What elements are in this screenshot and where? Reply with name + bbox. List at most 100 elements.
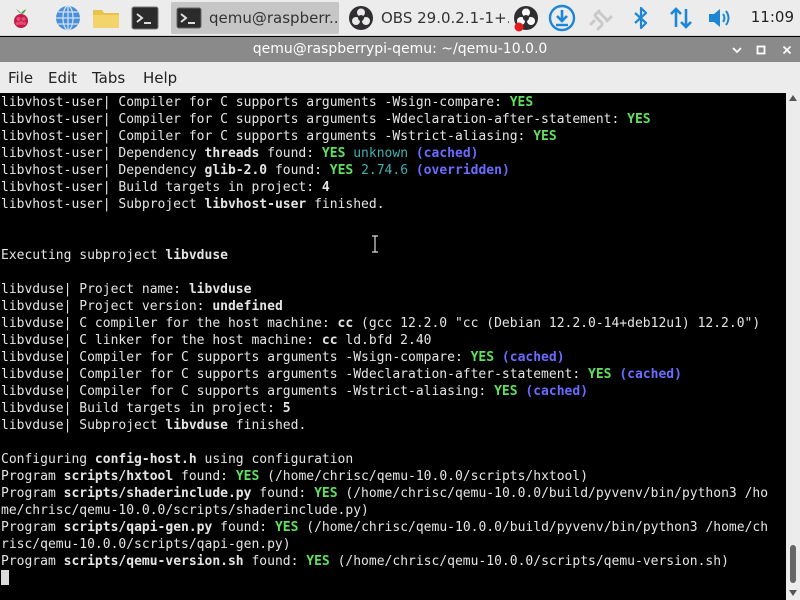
- terminal-cursor: [1, 570, 9, 585]
- file-manager-icon[interactable]: [91, 3, 121, 33]
- scrollbar-thumb[interactable]: [790, 545, 796, 583]
- text-cursor-icon: [372, 235, 378, 253]
- terminal-text: YES: [588, 367, 612, 382]
- terminal-text: YES: [274, 520, 299, 535]
- terminal-text: (cached): [619, 367, 682, 382]
- terminal-text: libvduse: [165, 248, 228, 263]
- taskbar-item-label: OBS 29.0.2.1-1+...: [381, 9, 509, 27]
- terminal-text: YES: [321, 146, 346, 161]
- terminal-line: libvduse| Project name: libvduse: [0, 281, 786, 298]
- terminal-text: libvhost-user| Dependency: [1, 146, 205, 161]
- volume-icon[interactable]: [705, 3, 735, 33]
- terminal-text: libvduse| Compiler for C supports argume…: [1, 384, 495, 399]
- clock[interactable]: 11:09: [751, 8, 794, 26]
- terminal-line: libvduse| Compiler for C supports argume…: [0, 366, 786, 383]
- network-disconnected-icon[interactable]: [586, 3, 616, 33]
- terminal-text: libvduse| Compiler for C supports argume…: [1, 350, 471, 365]
- bluetooth-icon[interactable]: [626, 3, 656, 33]
- taskbar-item-terminal[interactable]: qemu@raspberr..: [171, 2, 339, 34]
- terminal-text: finished.: [306, 197, 385, 212]
- terminal-text: threads: [204, 146, 260, 161]
- terminal-text: libvduse| Project version:: [1, 299, 213, 314]
- menu-tabs[interactable]: Tabs: [92, 69, 125, 87]
- terminal-scrollbar[interactable]: [786, 93, 800, 600]
- maximize-icon[interactable]: [750, 37, 772, 62]
- terminal-line: libvduse| Subproject libvduse finished.: [0, 417, 786, 434]
- terminal-line: libvhost-user| Subproject libvhost-user …: [0, 196, 786, 213]
- menu-file[interactable]: File: [8, 69, 33, 87]
- terminal-text: libvhost-user: [204, 197, 307, 212]
- terminal-text: found:: [212, 520, 275, 535]
- terminal-line: risc/qemu-10.0.0/scripts/qapi-gen.py): [0, 536, 786, 553]
- menu-edit[interactable]: Edit: [48, 69, 77, 87]
- terminal-line: Program scripts/qemu-version.sh found: Y…: [0, 553, 786, 570]
- terminal-text: libvhost-user| Dependency: [1, 163, 205, 178]
- terminal-launcher-icon[interactable]: [130, 3, 160, 33]
- terminal-text: found:: [243, 554, 307, 569]
- menu-bar: File Edit Tabs Help: [0, 62, 800, 93]
- terminal-line: Program scripts/shaderinclude.py found: …: [0, 485, 786, 502]
- window-titlebar[interactable]: qemu@raspberrypi-qemu: ~/qemu-10.0.0: [0, 37, 800, 62]
- terminal-text: libvhost-user| Subproject: [1, 197, 205, 212]
- taskbar: qemu@raspberr.. OBS 29.0.2.1-1+... 11:09: [0, 0, 800, 36]
- obs-icon: [347, 4, 375, 32]
- terminal-text: YES: [509, 95, 534, 110]
- terminal-text: scripts/hxtool: [63, 469, 174, 484]
- terminal-text: (cached): [501, 350, 565, 365]
- network-transfer-icon[interactable]: [666, 3, 696, 33]
- obs-tray-icon[interactable]: [511, 3, 541, 33]
- terminal-text: 5: [282, 401, 291, 416]
- terminal-line: libvhost-user| Dependency glib-2.0 found…: [0, 162, 786, 179]
- terminal-text: libvhost-user| Compiler for C supports a…: [1, 95, 510, 110]
- terminal-line: libvduse| Build targets in project: 5: [0, 400, 786, 417]
- scroll-up-icon[interactable]: [789, 95, 797, 101]
- terminal-text: (/home/chrisc/qemu-10.0.0/build/pyvenv/b…: [337, 486, 769, 501]
- scroll-down-icon[interactable]: [789, 590, 797, 596]
- terminal-text: YES: [494, 384, 518, 399]
- terminal-output[interactable]: libvhost-user| Compiler for C supports a…: [0, 93, 786, 600]
- terminal-text: YES: [306, 554, 330, 569]
- terminal-text: (/home/chrisc/qemu-10.0.0/scripts/qemu-v…: [329, 554, 729, 569]
- terminal-line: Executing subproject libvduse: [0, 247, 786, 264]
- terminal-text: libvduse| C linker for the host machine:: [1, 333, 322, 348]
- terminal-icon: [175, 4, 203, 32]
- terminal-text: Configuring: [1, 452, 95, 467]
- terminal-text: found:: [173, 469, 236, 484]
- terminal-line: libvhost-user| Build targets in project:…: [0, 179, 786, 196]
- terminal-text: found:: [267, 163, 330, 178]
- menu-help[interactable]: Help: [143, 69, 177, 87]
- terminal-line: Configuring config-host.h using configur…: [0, 451, 786, 468]
- terminal-text: cc: [337, 316, 354, 331]
- terminal-text: libvduse| Compiler for C supports argume…: [1, 367, 588, 382]
- terminal-text: found:: [259, 146, 322, 161]
- web-browser-icon[interactable]: [53, 3, 83, 33]
- taskbar-item-obs[interactable]: OBS 29.0.2.1-1+...: [343, 2, 509, 34]
- terminal-text: libvduse| Subproject: [1, 418, 166, 433]
- terminal-text: scripts/qemu-version.sh: [63, 554, 244, 569]
- terminal-text: libvhost-user| Build targets in project:: [1, 180, 322, 195]
- terminal-text: glib-2.0: [204, 163, 268, 178]
- terminal-line: libvhost-user| Compiler for C supports a…: [0, 94, 786, 111]
- terminal-line: libvduse| C compiler for the host machin…: [0, 315, 786, 332]
- terminal-line: libvduse| Project version: undefined: [0, 298, 786, 315]
- close-icon[interactable]: [776, 37, 798, 62]
- terminal-text: scripts/qapi-gen.py: [63, 520, 213, 535]
- minimize-icon[interactable]: [726, 37, 748, 62]
- terminal-text: cc: [321, 333, 338, 348]
- terminal-text: libvduse| Build targets in project:: [1, 401, 283, 416]
- terminal-text: YES: [314, 486, 338, 501]
- terminal-line: libvduse| C linker for the host machine:…: [0, 332, 786, 349]
- taskbar-item-label: qemu@raspberr..: [209, 9, 337, 27]
- terminal-text: (/home/chrisc/qemu-10.0.0/scripts/hxtool…: [259, 469, 589, 484]
- terminal-line: libvhost-user| Compiler for C supports a…: [0, 128, 786, 145]
- terminal-text: 2.74.6: [361, 163, 409, 178]
- download-updates-icon[interactable]: [547, 3, 577, 33]
- raspberry-menu-icon[interactable]: [6, 3, 36, 33]
- terminal-text: libvduse: [165, 418, 228, 433]
- terminal-text: (/home/chrisc/qemu-10.0.0/build/pyvenv/b…: [298, 520, 769, 535]
- terminal-text: Program: [1, 486, 64, 501]
